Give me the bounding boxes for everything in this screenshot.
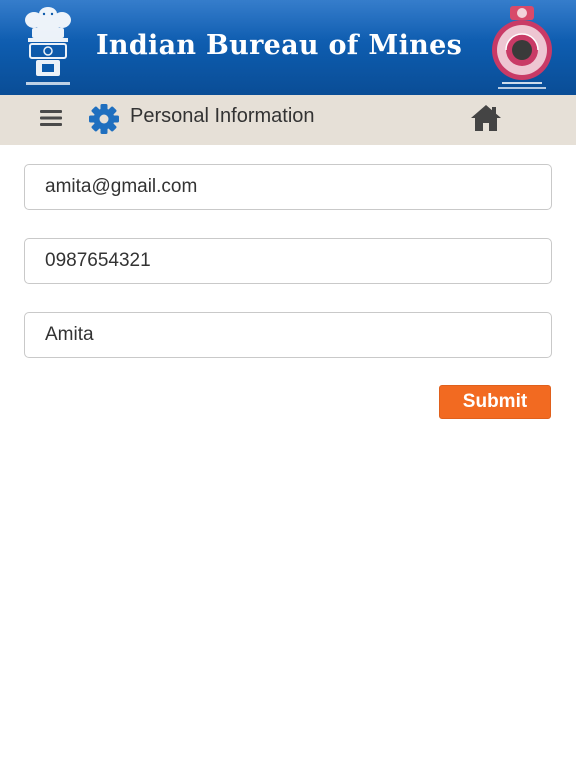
name-field[interactable] xyxy=(24,312,552,358)
toolbar: Personal Information xyxy=(0,95,576,145)
hamburger-menu-icon[interactable] xyxy=(38,105,64,131)
submit-button[interactable]: Submit xyxy=(439,385,551,419)
ibm-seal-icon xyxy=(492,6,552,89)
gear-icon xyxy=(89,104,119,134)
email-field[interactable] xyxy=(24,164,552,210)
app-header: Indian Bureau of Mines xyxy=(0,0,576,95)
personal-info-form xyxy=(24,164,552,386)
home-icon[interactable] xyxy=(470,103,502,133)
ashoka-emblem-icon xyxy=(25,7,71,85)
phone-field[interactable] xyxy=(24,238,552,284)
page-title: Personal Information xyxy=(130,105,315,127)
app-title: Indian Bureau of Mines xyxy=(96,30,463,61)
